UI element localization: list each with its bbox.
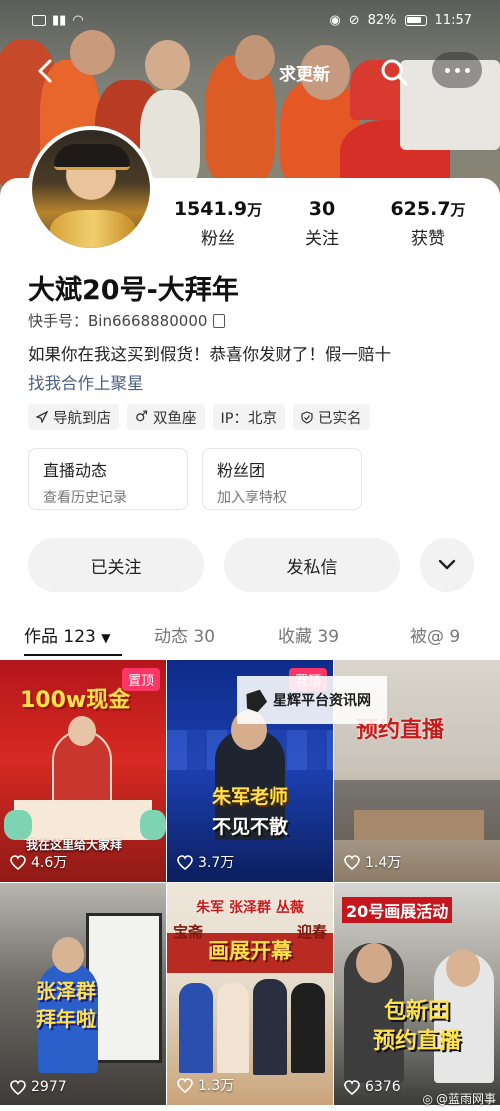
verified-icon — [301, 410, 313, 424]
video-title: 张泽群 — [36, 979, 96, 1003]
kuaishou-id-row[interactable]: 快手号：Bin6668880000 — [28, 310, 226, 331]
video-thumbnail[interactable]: 20号画展活动 包新田 预约直播 6376 — [334, 883, 500, 1105]
profile-name: 大斌20号-大拜年 — [28, 275, 239, 306]
following-stat[interactable]: 30 关注 — [292, 198, 352, 249]
battery-percent: 82% — [367, 12, 397, 28]
followed-button[interactable]: 已关注 — [28, 538, 204, 592]
tag-zodiac: ♂ 双鱼座 — [127, 404, 205, 430]
fan-club-card[interactable]: 粉丝团 加入享特权 — [202, 448, 362, 510]
video-subtitle-2: 预约直播 — [372, 1029, 461, 1054]
copy-icon[interactable] — [213, 313, 226, 328]
pinned-badge: 置顶 — [121, 668, 160, 691]
avatar[interactable] — [28, 126, 154, 252]
heart-icon — [177, 1077, 193, 1093]
male-icon: ♂ — [135, 409, 148, 425]
active-tab-indicator — [24, 654, 122, 656]
status-bar: ▮▮ ◠ ◉ ⊘ 82% 11:57 — [0, 8, 500, 32]
wifi-icon: ◠ — [72, 12, 84, 28]
likes-stat[interactable]: 625.7万 获赞 — [378, 198, 478, 249]
chevron-down-icon — [438, 559, 456, 570]
followers-label: 粉丝 — [201, 229, 235, 249]
like-count: 4.6万 — [10, 852, 67, 872]
profile-tags: 导航到店 ♂ 双鱼座 IP：北京 已实名 — [28, 404, 370, 430]
video-subtitle: 画展开幕 — [208, 939, 292, 963]
content-tabs: 作品 123 ▼ 动态 30 收藏 39 被@ 9 — [0, 618, 500, 658]
heart-icon — [10, 1079, 26, 1095]
back-arrow-icon[interactable] — [30, 56, 60, 86]
live-history-title: 直播动态 — [43, 461, 108, 480]
video-title: 20号画展活动 — [342, 897, 453, 923]
tab-moments[interactable]: 动态 30 — [154, 622, 215, 647]
heart-icon — [344, 1079, 360, 1095]
like-count: 1.4万 — [344, 852, 401, 872]
following-count: 30 — [308, 198, 336, 220]
kuaishou-id: 快手号：Bin6668880000 — [28, 312, 208, 330]
video-subtitle: 包新田 — [383, 999, 450, 1024]
heart-icon — [10, 854, 26, 870]
clock: 11:57 — [434, 12, 472, 28]
bio-link[interactable]: 找我合作上聚星 — [28, 370, 144, 394]
video-thumbnail[interactable]: 朱军 张泽群 丛薇 宝斋 迎春 画展开幕 1.3万 — [167, 883, 333, 1105]
video-title: 朱军老师 — [211, 786, 288, 808]
like-count: 2977 — [10, 1079, 67, 1095]
weibo-icon: ◎ — [422, 1091, 433, 1106]
tab-favorites[interactable]: 收藏 39 — [278, 622, 339, 647]
followers-stat[interactable]: 1541.9万 粉丝 — [172, 198, 264, 249]
tag-verified: 已实名 — [293, 404, 370, 430]
heart-icon — [177, 854, 193, 870]
likes-count: 625.7 — [390, 198, 451, 220]
likes-label: 获赞 — [411, 229, 445, 249]
following-label: 关注 — [305, 229, 339, 249]
video-title: 朱军 张泽群 丛薇 — [196, 900, 304, 916]
like-count: 1.3万 — [177, 1075, 234, 1095]
video-caption: 我在这里给大家拜 — [26, 838, 123, 852]
live-history-subtitle: 查看历史记录 — [43, 490, 127, 506]
fan-club-subtitle: 加入享特权 — [217, 490, 287, 506]
send-message-button[interactable]: 发私信 — [224, 538, 400, 592]
video-thumbnail[interactable]: 100w现金 置顶 我在这里给大家拜 4.6万 — [0, 660, 166, 882]
video-thumbnail[interactable]: 张泽群 拜年啦 2977 — [0, 883, 166, 1105]
bio-line-1: 如果你在我这买到假货！恭喜你发财了！假一赔十 — [28, 345, 391, 364]
expand-button[interactable] — [420, 538, 474, 592]
search-icon[interactable] — [378, 56, 410, 88]
tag-ip-location: IP：北京 — [212, 404, 286, 430]
watermark-logo-icon — [242, 686, 270, 714]
site-watermark: 星辉平台资讯网 — [237, 676, 387, 724]
battery-icon — [404, 14, 427, 26]
video-subtitle: 拜年啦 — [36, 1007, 96, 1031]
video-subtitle: 不见不散 — [211, 816, 288, 838]
fan-club-title: 粉丝团 — [217, 461, 266, 480]
tab-works[interactable]: 作品 123 ▼ — [24, 622, 111, 647]
source-credit: ◎ @蓝雨网事 — [422, 1091, 497, 1107]
top-nav: 求更新 — [0, 52, 500, 92]
like-count: 3.7万 — [177, 852, 234, 872]
signal-icon: ▮▮ — [52, 12, 67, 28]
heart-icon — [344, 854, 360, 870]
caret-down-icon: ▼ — [101, 631, 111, 645]
hd-icon — [32, 14, 46, 26]
navigation-icon — [36, 411, 48, 423]
tag-navigate[interactable]: 导航到店 — [28, 404, 119, 430]
mute-icon: ⊘ — [348, 12, 360, 28]
request-update-button[interactable]: 求更新 — [279, 60, 330, 85]
video-title: 100w现金 — [20, 688, 131, 713]
more-dot-icon — [444, 67, 450, 73]
more-options-button[interactable] — [432, 52, 482, 88]
eye-icon: ◉ — [329, 12, 341, 28]
like-count: 6376 — [344, 1079, 401, 1095]
live-history-card[interactable]: 直播动态 查看历史记录 — [28, 448, 188, 510]
followers-count: 1541.9 — [173, 198, 248, 220]
tab-mentions[interactable]: 被@ 9 — [410, 622, 460, 647]
